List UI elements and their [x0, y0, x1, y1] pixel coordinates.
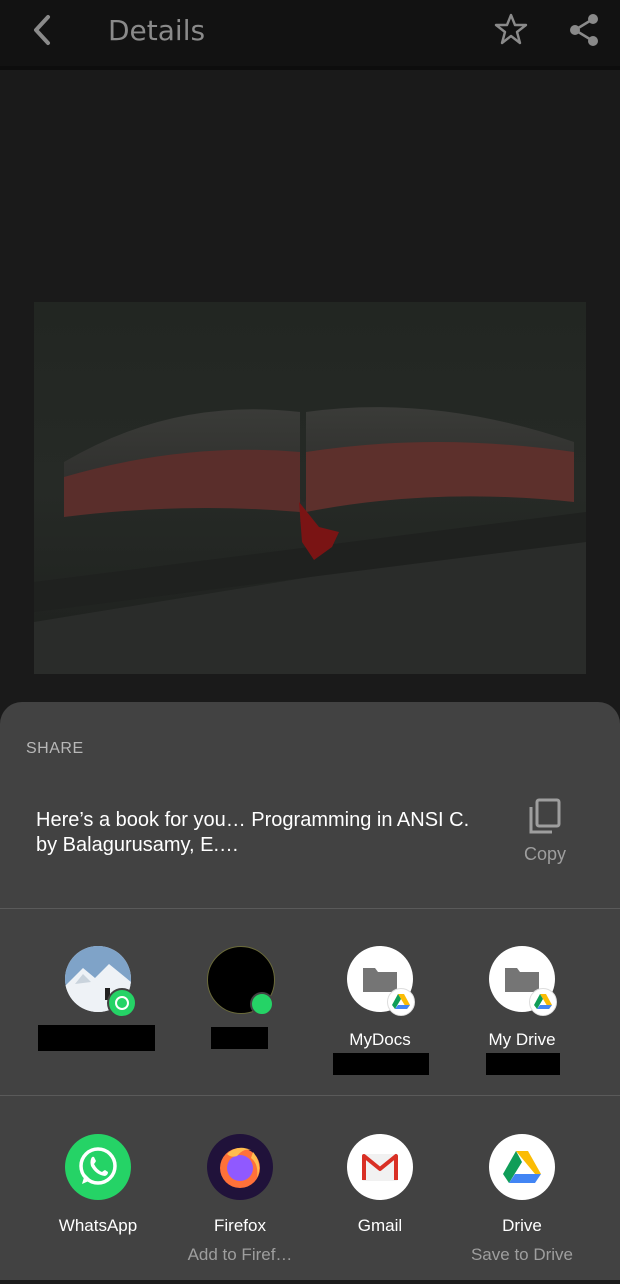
app-drive[interactable]: Drive Save to Drive — [452, 1134, 592, 1284]
redaction-bar — [38, 1025, 155, 1051]
app-label: Firefox — [214, 1216, 266, 1235]
star-icon[interactable] — [494, 12, 528, 46]
app-sublabel: Save to Drive — [470, 1245, 574, 1264]
redaction-bar — [333, 1053, 429, 1075]
firefox-icon — [207, 1134, 273, 1200]
direct-share-target[interactable] — [28, 946, 168, 1096]
app-label: Gmail — [357, 1216, 403, 1235]
app-sublabel: Add to Firef… — [187, 1245, 293, 1264]
gmail-icon — [347, 1134, 413, 1200]
target-label: MyDocs — [349, 1030, 411, 1049]
whatsapp-badge-icon — [250, 992, 274, 1016]
direct-share-target[interactable] — [170, 946, 310, 1096]
app-firefox[interactable]: Firefox Add to Firef… — [170, 1134, 310, 1284]
app-gmail[interactable]: Gmail — [310, 1134, 450, 1284]
share-sheet-title: SHARE — [26, 740, 84, 757]
app-label: WhatsApp — [58, 1216, 138, 1235]
app-whatsapp[interactable]: WhatsApp — [28, 1134, 168, 1284]
drive-icon — [489, 1134, 555, 1200]
drive-badge-icon — [529, 988, 557, 1016]
divider — [0, 908, 620, 909]
copy-button[interactable]: Copy — [510, 798, 580, 870]
copy-icon — [529, 798, 561, 834]
book-cover-image — [34, 302, 586, 674]
direct-share-target[interactable]: MyDocs — [310, 946, 450, 1096]
app-label: Drive — [502, 1216, 542, 1235]
redaction-bar — [211, 1027, 268, 1049]
divider — [0, 1095, 620, 1096]
page-title: Details — [108, 14, 206, 47]
redaction-bar — [486, 1053, 560, 1075]
drive-badge-icon — [387, 988, 415, 1016]
share-sheet: SHARE Here’s a book for you… Programming… — [0, 702, 620, 1280]
whatsapp-badge-icon — [107, 988, 137, 1018]
target-label: My Drive — [488, 1030, 556, 1049]
direct-share-target[interactable]: My Drive — [452, 946, 592, 1096]
share-icon[interactable] — [566, 12, 602, 48]
back-arrow-icon[interactable] — [26, 12, 60, 48]
share-preview-text: Here’s a book for you… Programming in AN… — [36, 809, 470, 856]
top-app-bar: Details — [0, 0, 620, 70]
whatsapp-icon — [65, 1134, 131, 1200]
copy-label: Copy — [523, 844, 567, 864]
